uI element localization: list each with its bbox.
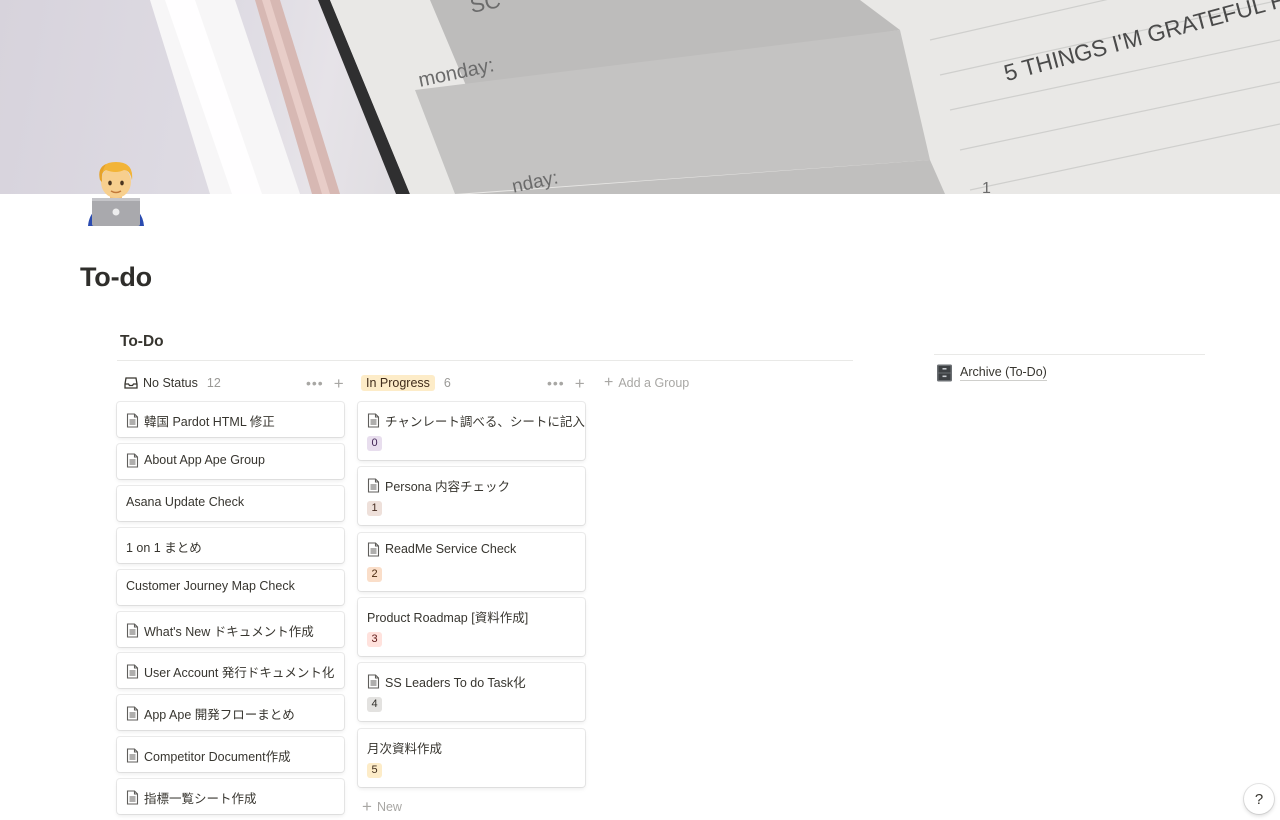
- card-title-row: App Ape 開発フローまとめ: [126, 704, 295, 723]
- card-title-row: Persona 内容チェック: [367, 476, 510, 495]
- card-title-row: 韓国 Pardot HTML 修正: [126, 411, 275, 430]
- board-card[interactable]: 指標一覧シート作成: [117, 779, 344, 815]
- card-title-row: About App Ape Group: [126, 453, 265, 468]
- technologist-icon: [88, 162, 144, 226]
- page-icon: [367, 674, 380, 689]
- add-card-icon[interactable]: +: [575, 375, 585, 392]
- board-card[interactable]: What's New ドキュメント作成: [117, 611, 344, 647]
- card-title: Competitor Document作成: [144, 750, 291, 765]
- card-title-row: SS Leaders To do Task化: [367, 672, 526, 691]
- group-header-in-progress[interactable]: In Progress 6: [361, 372, 451, 394]
- card-title-row: Competitor Document作成: [126, 746, 291, 765]
- card-title-row: チャンレート調べる、シートに記入: [367, 411, 585, 430]
- card-title: 1 on 1 まとめ: [126, 540, 202, 555]
- card-title-row: Product Roadmap [資料作成]: [367, 607, 528, 626]
- page-icon: [367, 542, 380, 557]
- board-card[interactable]: About App Ape Group: [117, 443, 344, 479]
- board-card[interactable]: 月次資料作成 5: [358, 728, 585, 787]
- card-title: About App Ape Group: [144, 453, 265, 468]
- page-icon: [126, 413, 139, 428]
- board-card[interactable]: チャンレート調べる、シートに記入 0: [358, 402, 585, 460]
- inbox-icon: [124, 377, 138, 389]
- page-icon: [126, 748, 139, 763]
- board-card[interactable]: SS Leaders To do Task化 4: [358, 663, 585, 722]
- page-icon: [126, 622, 139, 638]
- group-tools-in-progress: ••• +: [547, 372, 585, 394]
- group-tools-no-status: ••• +: [306, 372, 344, 394]
- page-title[interactable]: To-do: [80, 262, 152, 293]
- board-card[interactable]: App Ape 開発フローまとめ: [117, 695, 344, 731]
- group-label: No Status: [143, 376, 198, 390]
- card-title-row: 指標一覧シート作成: [126, 788, 257, 807]
- card-tag: 1: [367, 501, 382, 517]
- card-tag: 0: [367, 436, 382, 451]
- page-icon: [367, 478, 380, 493]
- add-group-button[interactable]: + Add a Group: [604, 372, 689, 394]
- card-tag: 3: [367, 631, 382, 647]
- board-card[interactable]: User Account 発行ドキュメント化: [117, 653, 344, 689]
- board-card[interactable]: Product Roadmap [資料作成] 3: [358, 597, 585, 656]
- board-card[interactable]: ReadMe Service Check 2: [358, 532, 585, 591]
- card-title-row: What's New ドキュメント作成: [126, 621, 314, 640]
- more-options-icon[interactable]: •••: [306, 376, 324, 390]
- archive-link[interactable]: Archive (To-Do): [936, 364, 1047, 382]
- card-title-row: Asana Update Check: [126, 495, 244, 509]
- card-title: ReadMe Service Check: [385, 542, 517, 557]
- file-cabinet-icon: [937, 364, 952, 382]
- group-count: 12: [206, 376, 221, 390]
- database-divider: [117, 360, 853, 361]
- card-title: 韓国 Pardot HTML 修正: [144, 415, 275, 429]
- page-icon: [367, 413, 380, 428]
- page-icon-technologist[interactable]: [84, 158, 148, 228]
- board-card[interactable]: Customer Journey Map Check: [117, 569, 344, 605]
- card-title: Product Roadmap [資料作成]: [367, 610, 529, 625]
- page-icon: [126, 706, 139, 721]
- card-title-row: 1 on 1 まとめ: [126, 537, 202, 556]
- card-tag: 5: [367, 762, 382, 778]
- cover-text-one: 1: [982, 180, 991, 194]
- help-button[interactable]: ?: [1244, 784, 1274, 814]
- card-title: Persona 内容チェック: [385, 480, 511, 495]
- card-title-row: User Account 発行ドキュメント化: [126, 662, 334, 681]
- page-icon: [126, 453, 139, 468]
- card-title: Customer Journey Map Check: [126, 578, 295, 593]
- board-card[interactable]: Competitor Document作成: [117, 737, 344, 773]
- database-title[interactable]: To-Do: [120, 333, 164, 351]
- board-card[interactable]: Asana Update Check: [117, 485, 344, 521]
- card-title: 月次資料作成: [367, 741, 443, 756]
- page-icon: [126, 664, 139, 679]
- card-title: What's New ドキュメント作成: [144, 624, 314, 639]
- board-card[interactable]: 1 on 1 まとめ: [117, 527, 344, 563]
- card-tag: 2: [367, 566, 382, 582]
- card-title: チャンレート調べる、シートに記入: [385, 415, 585, 429]
- board-card[interactable]: Persona 内容チェック 1: [358, 467, 585, 526]
- group-count: 6: [443, 376, 451, 390]
- card-title: User Account 発行ドキュメント化: [144, 666, 335, 681]
- card-title: SS Leaders To do Task化: [385, 676, 526, 691]
- more-options-icon[interactable]: •••: [547, 376, 565, 390]
- card-title-row: 月次資料作成: [367, 738, 442, 757]
- card-title-row: ReadMe Service Check: [367, 542, 516, 557]
- page-cover[interactable]: SC monday: 5 THINGS I'M GRATEFUL F nday:…: [0, 0, 1280, 194]
- new-label: New: [376, 799, 402, 814]
- cover-illustration: [150, 0, 1280, 194]
- new-card-button[interactable]: + New: [362, 798, 402, 815]
- page-icon: [126, 790, 139, 805]
- board-card[interactable]: 韓国 Pardot HTML 修正: [117, 402, 344, 437]
- archive-divider: [934, 354, 1205, 355]
- plus-icon: +: [362, 797, 372, 816]
- card-title: App Ape 開発フローまとめ: [144, 708, 295, 723]
- card-title-row: Customer Journey Map Check: [126, 579, 295, 593]
- card-title: 指標一覧シート作成: [144, 792, 257, 807]
- plus-icon: +: [604, 374, 614, 391]
- card-tag: 4: [367, 697, 382, 713]
- archive-label: Archive (To-Do): [960, 365, 1047, 381]
- card-title: Asana Update Check: [126, 494, 245, 509]
- group-label: In Progress: [361, 375, 435, 391]
- add-group-label: Add a Group: [618, 376, 690, 390]
- add-card-icon[interactable]: +: [334, 375, 344, 392]
- group-header-no-status[interactable]: No Status 12: [124, 372, 221, 394]
